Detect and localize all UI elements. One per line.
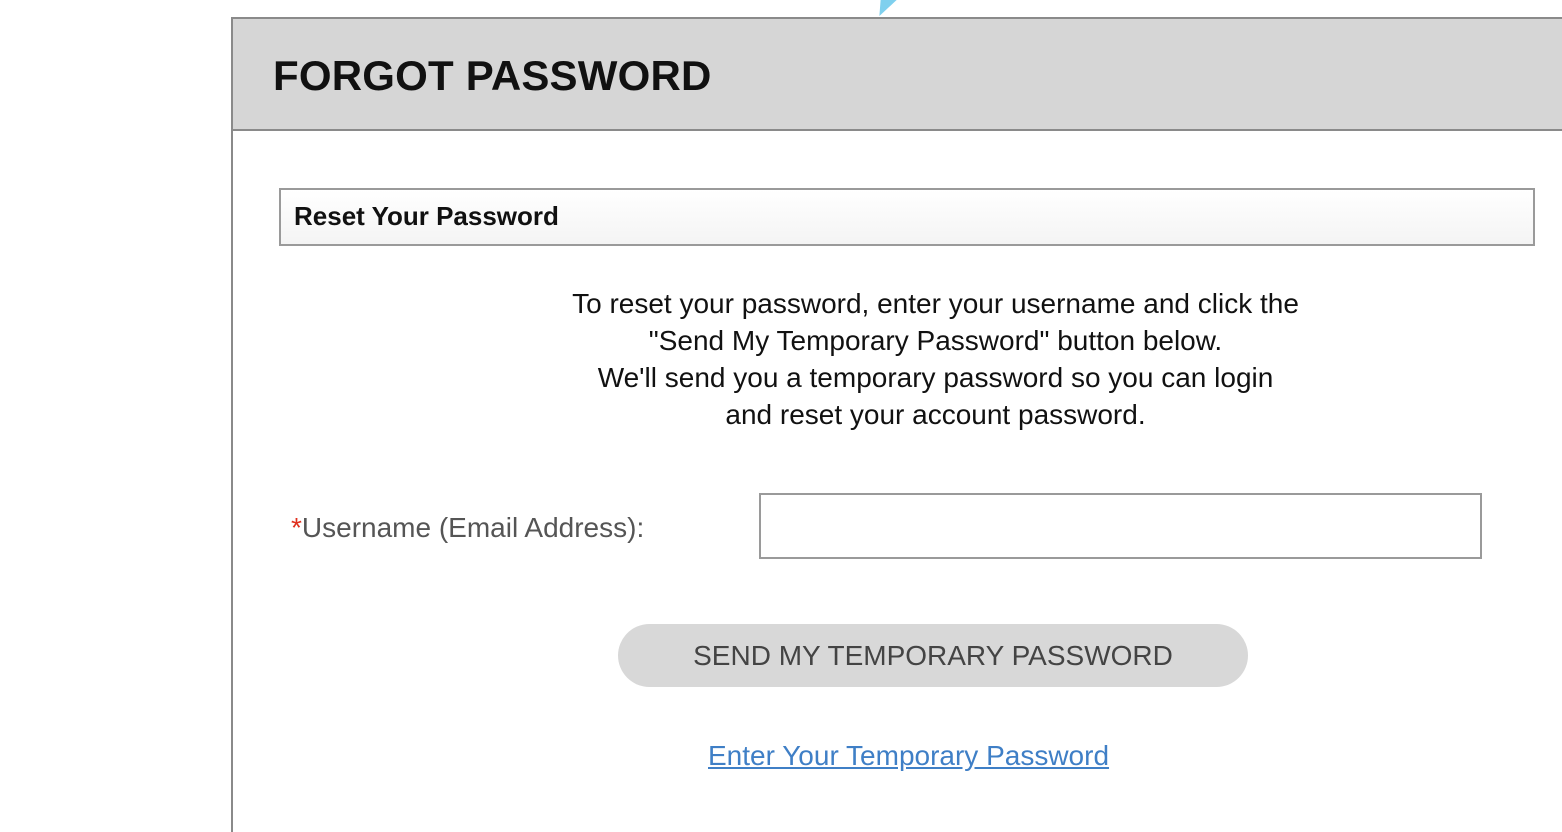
cursor-marker-icon: [871, 0, 897, 16]
username-label: *Username (Email Address):: [291, 512, 644, 544]
instructions-line: We'll send you a temporary password so y…: [597, 362, 1274, 393]
section-header: Reset Your Password: [279, 188, 1535, 246]
enter-temporary-password-link[interactable]: Enter Your Temporary Password: [708, 740, 1109, 772]
page-title: FORGOT PASSWORD: [273, 52, 712, 99]
page: FORGOT PASSWORD Reset Your Password To r…: [0, 0, 1562, 832]
username-email-input[interactable]: [759, 493, 1482, 559]
instructions-line: and reset your account password.: [725, 399, 1146, 430]
panel-header: FORGOT PASSWORD: [233, 19, 1562, 131]
instructions-line: To reset your password, enter your usern…: [572, 288, 1299, 319]
forgot-password-panel: FORGOT PASSWORD Reset Your Password To r…: [231, 17, 1562, 832]
send-temporary-password-button[interactable]: SEND MY TEMPORARY PASSWORD: [618, 624, 1248, 687]
username-label-text: Username (Email Address):: [301, 512, 645, 543]
instructions-text: To reset your password, enter your usern…: [469, 285, 1402, 433]
instructions-line: "Send My Temporary Password" button belo…: [648, 325, 1223, 356]
required-marker: *: [291, 512, 302, 543]
section-title: Reset Your Password: [294, 201, 559, 231]
